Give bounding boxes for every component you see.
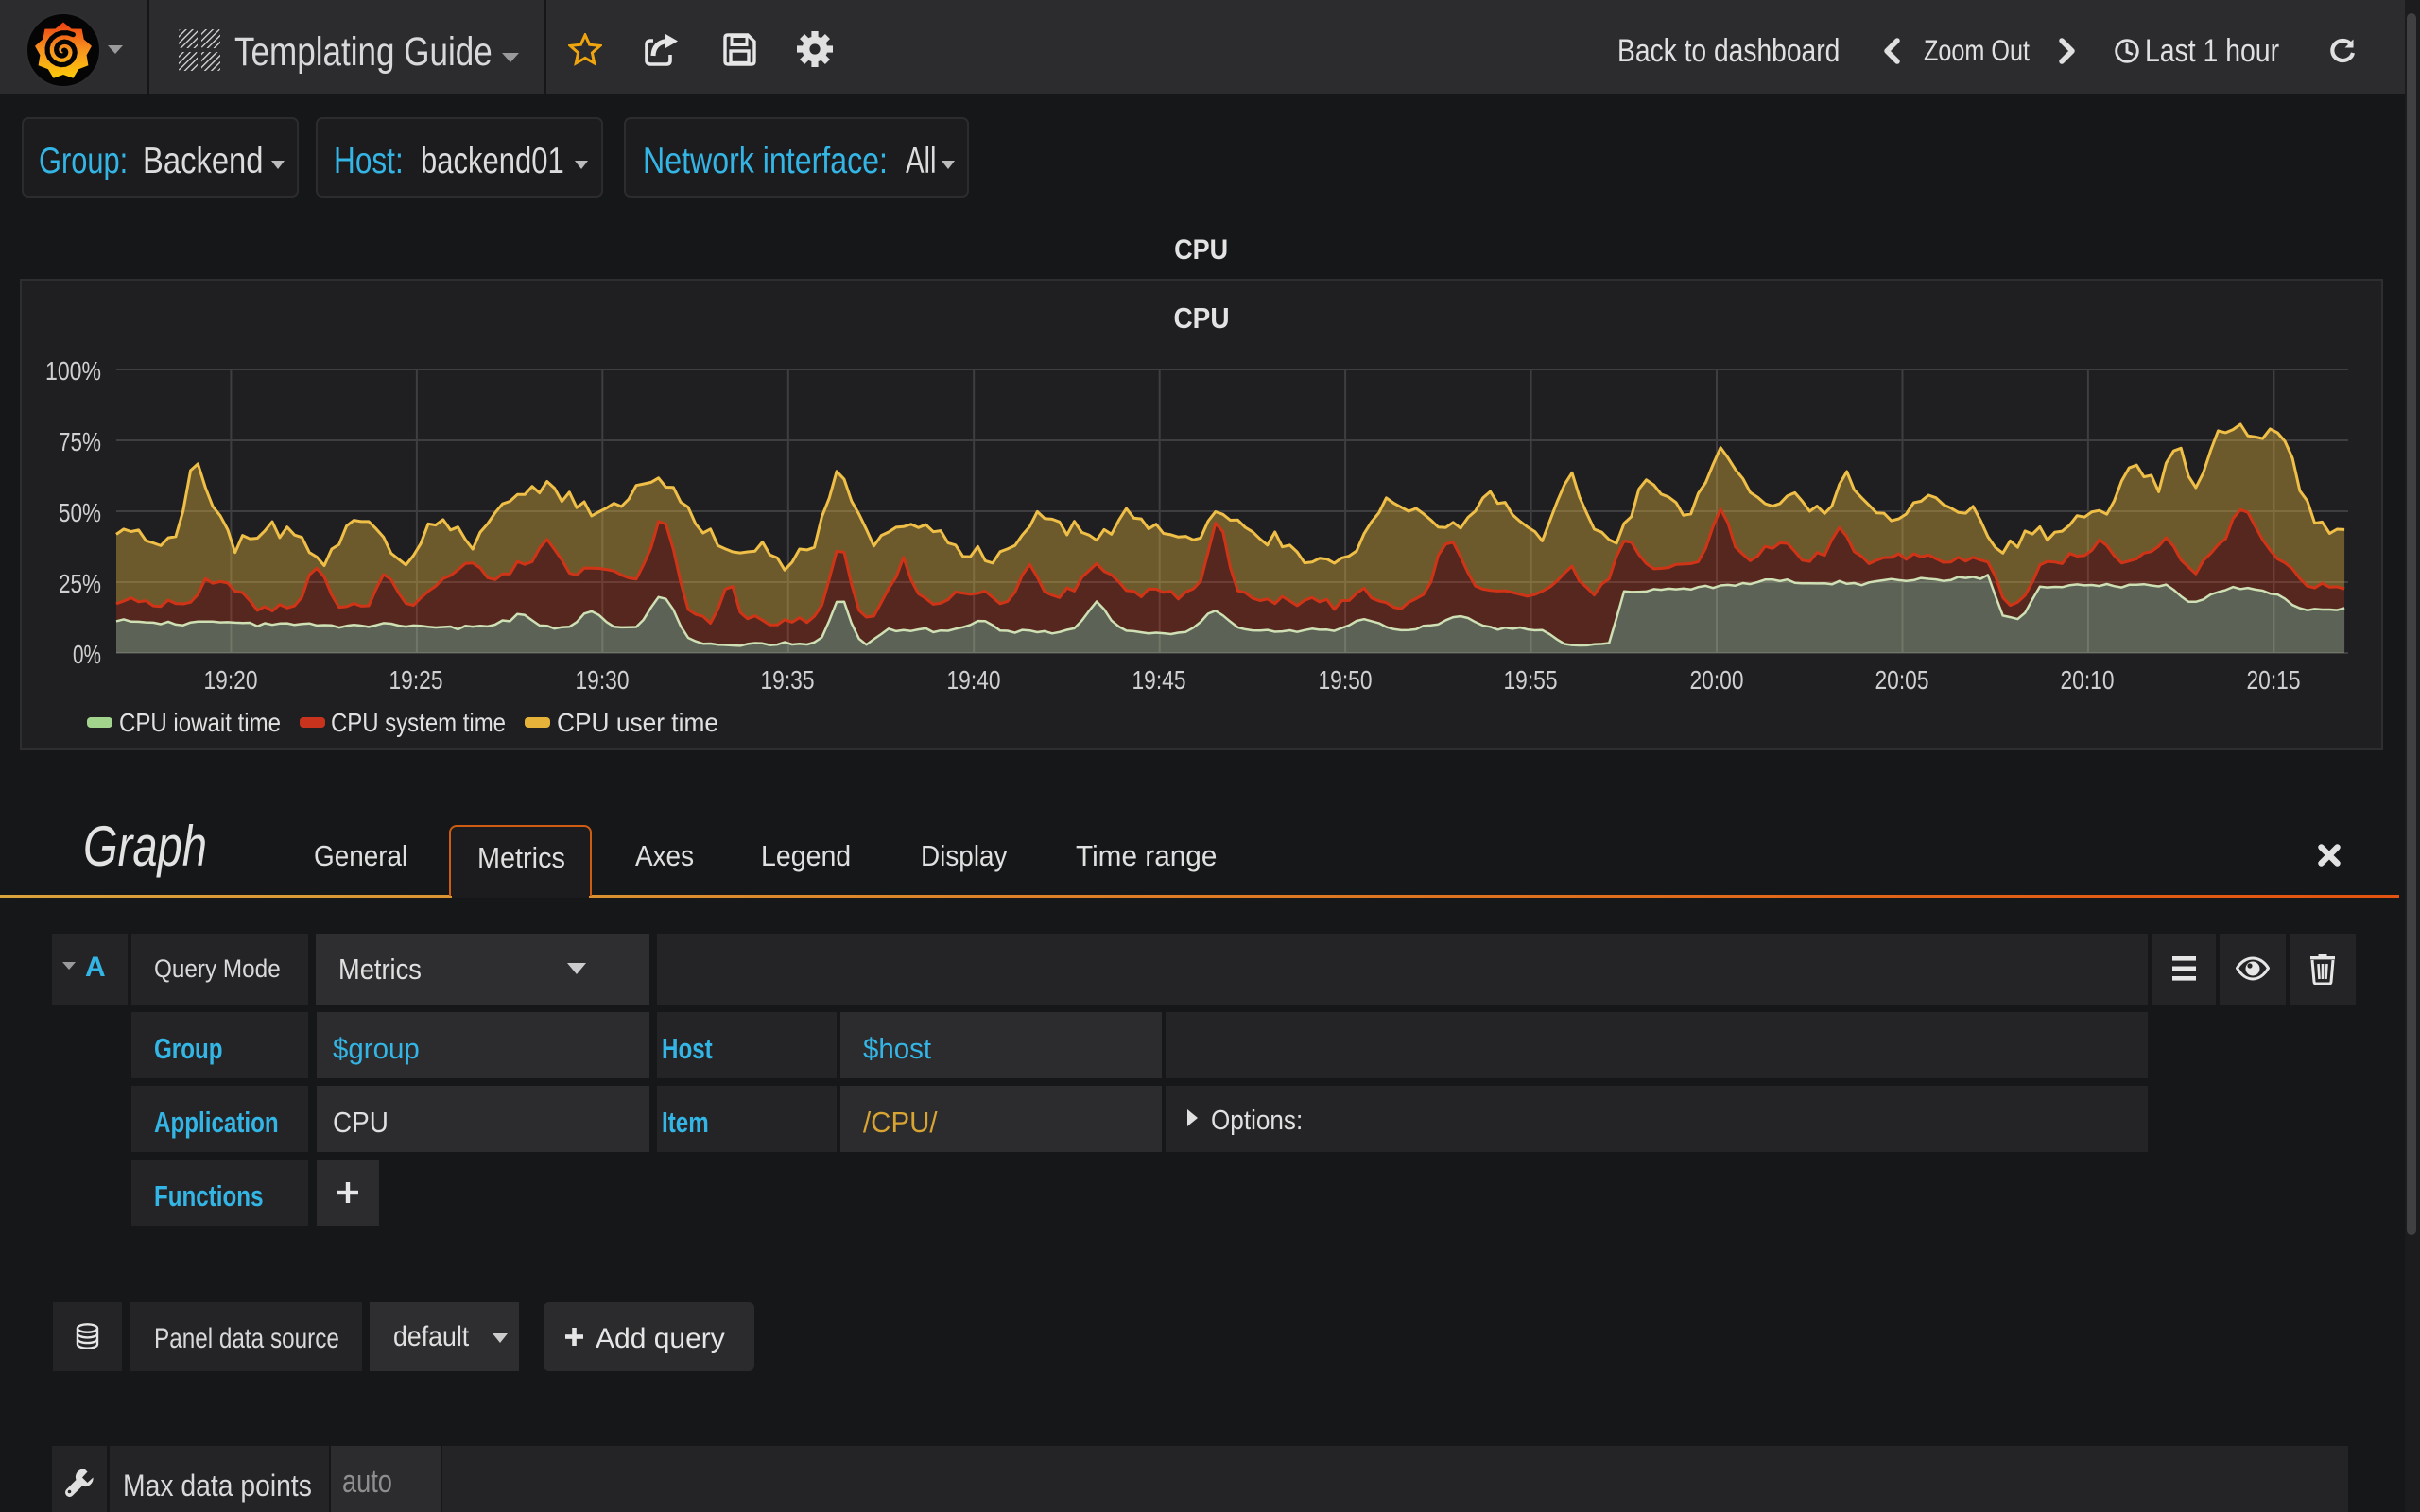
svg-text:19:50: 19:50	[1319, 665, 1373, 695]
svg-text:CPU user time: CPU user time	[557, 708, 718, 737]
svg-text:19:25: 19:25	[389, 665, 443, 695]
svg-text:CPU system time: CPU system time	[331, 708, 506, 737]
svg-text:0%: 0%	[73, 640, 101, 669]
svg-text:50%: 50%	[59, 498, 101, 527]
svg-text:19:40: 19:40	[947, 665, 1001, 695]
svg-text:75%: 75%	[59, 427, 101, 456]
svg-text:25%: 25%	[59, 569, 101, 598]
svg-text:19:35: 19:35	[761, 665, 815, 695]
svg-text:100%: 100%	[45, 356, 101, 386]
svg-text:20:10: 20:10	[2061, 665, 2115, 695]
svg-text:20:15: 20:15	[2247, 665, 2301, 695]
svg-text:20:05: 20:05	[1876, 665, 1929, 695]
svg-text:CPU iowait time: CPU iowait time	[119, 708, 281, 737]
svg-text:20:00: 20:00	[1690, 665, 1744, 695]
svg-text:19:45: 19:45	[1132, 665, 1186, 695]
svg-text:19:55: 19:55	[1504, 665, 1558, 695]
svg-text:19:20: 19:20	[204, 665, 258, 695]
svg-text:CPU: CPU	[1174, 301, 1230, 335]
svg-text:19:30: 19:30	[576, 665, 630, 695]
